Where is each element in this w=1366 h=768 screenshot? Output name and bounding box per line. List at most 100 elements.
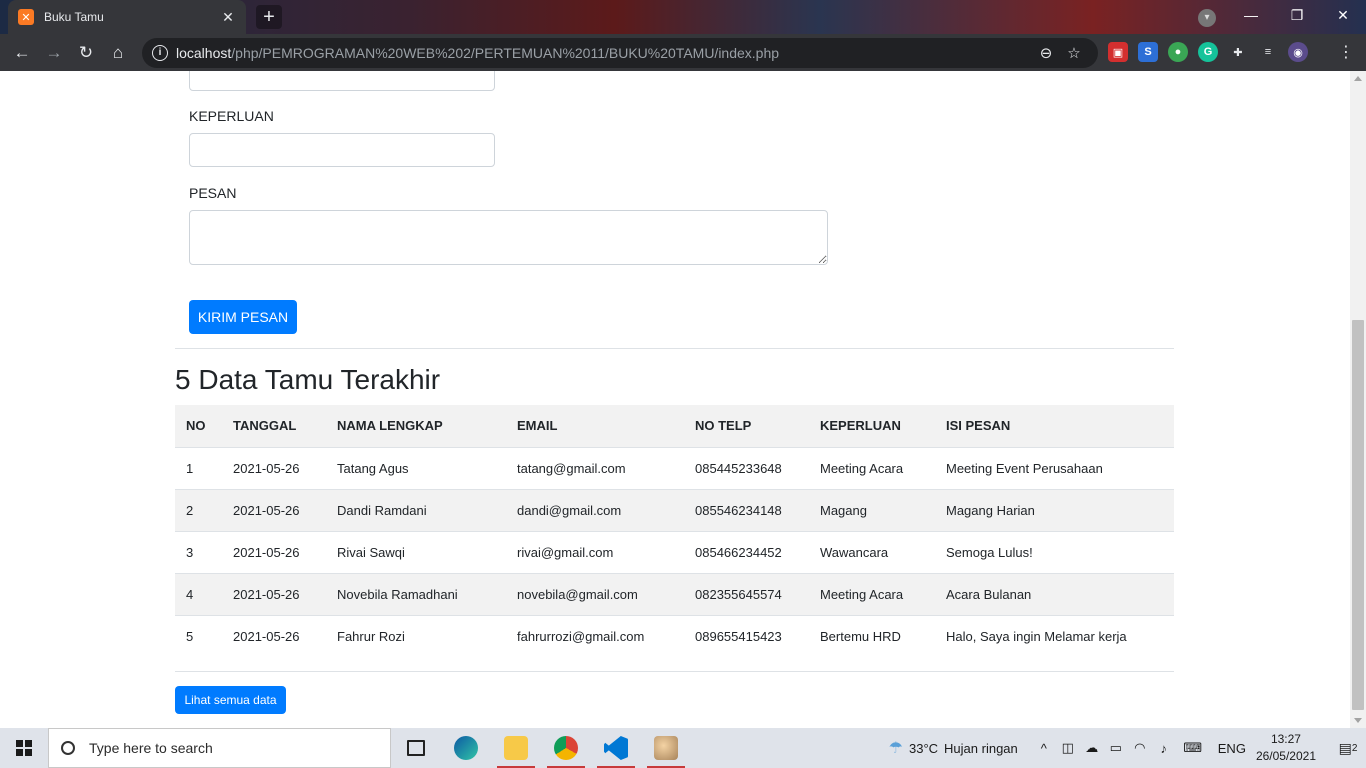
media-control-icon[interactable]: ≡ [1258, 42, 1278, 62]
windows-taskbar: Type here to search ☂ 33°C Hujan ringan … [0, 728, 1366, 768]
view-all-data-button[interactable]: Lihat semua data [175, 686, 286, 714]
previous-form-field[interactable] [189, 71, 495, 91]
tab-title: Buku Tamu [44, 10, 104, 24]
keperluan-input[interactable] [189, 133, 495, 167]
close-tab-icon[interactable]: ✕ [220, 9, 236, 25]
scroll-up-arrow-icon[interactable] [1354, 76, 1362, 81]
page-scrollbar[interactable] [1350, 71, 1366, 728]
start-button[interactable] [0, 728, 48, 768]
back-icon[interactable]: ← [6, 37, 38, 69]
volume-icon[interactable]: ♪ [1152, 741, 1176, 756]
meet-now-icon[interactable]: ◫ [1056, 740, 1080, 756]
pesan-textarea[interactable] [189, 210, 828, 265]
language-indicator[interactable]: ENG [1218, 741, 1246, 756]
task-view-icon [407, 740, 425, 756]
cell-no: 5 [175, 614, 222, 657]
column-header: TANGGAL [222, 405, 326, 448]
page-viewport: KEPERLUAN PESAN KIRIM PESAN 5 Data Tamu … [0, 71, 1350, 728]
s-extension-icon[interactable]: S [1138, 42, 1158, 62]
taskbar-clock[interactable]: 13:27 26/05/2021 [1256, 731, 1316, 765]
edge-icon [454, 736, 478, 760]
cell-pesan: Halo, Saya ingin Melamar kerja [935, 614, 1174, 657]
extensions-area: ▣ S ● G ✚ ≡ ◉ [1108, 42, 1308, 62]
cell-no: 3 [175, 530, 222, 573]
restore-button[interactable]: ❐ [1274, 0, 1320, 30]
extensions-puzzle-icon[interactable]: ✚ [1228, 42, 1248, 62]
table-header-row: NO TANGGAL NAMA LENGKAP EMAIL NO TELP KE… [175, 405, 1174, 448]
battery-icon[interactable]: ▭ [1104, 740, 1128, 756]
column-header: ISI PESAN [935, 405, 1174, 448]
zoom-icon[interactable]: ⊖ [1032, 44, 1060, 62]
cell-telp: 085546234148 [684, 488, 809, 531]
browser-tab-strip: ✕ Buku Tamu ✕ + ▾ — ❐ ✕ [0, 0, 1366, 34]
rain-cloud-icon: ☂ [888, 740, 903, 757]
reload-icon[interactable]: ↻ [70, 37, 102, 69]
column-header: EMAIL [506, 405, 684, 448]
folder-icon [504, 736, 528, 760]
table-row: 5 2021-05-26 Fahrur Rozi fahrurrozi@gmai… [175, 614, 1174, 657]
grammarly-icon[interactable]: G [1198, 42, 1218, 62]
cell-telp: 082355645574 [684, 572, 809, 615]
kirim-pesan-button[interactable]: KIRIM PESAN [189, 300, 297, 334]
notification-center-button[interactable]: ▤ 2 [1330, 728, 1366, 768]
cell-tanggal: 2021-05-26 [222, 488, 326, 531]
url-text[interactable]: localhost/php/PEMROGRAMAN%20WEB%202/PERT… [176, 45, 1032, 61]
cell-no: 1 [175, 446, 222, 489]
divider [175, 671, 1174, 672]
search-icon [61, 741, 75, 755]
cell-email: tatang@gmail.com [506, 446, 684, 489]
taskbar-search-box[interactable]: Type here to search [48, 728, 391, 768]
address-bar[interactable]: i localhost/php/PEMROGRAMAN%20WEB%202/PE… [142, 38, 1098, 68]
keperluan-label: KEPERLUAN [189, 108, 274, 124]
bookmark-star-icon[interactable]: ☆ [1060, 44, 1088, 62]
cell-keperluan: Meeting Acara [809, 446, 935, 489]
clock-date: 26/05/2021 [1255, 749, 1316, 763]
cell-keperluan: Magang [809, 488, 935, 531]
colorful-extension-icon[interactable]: ● [1168, 42, 1188, 62]
cell-nama: Dandi Ramdani [326, 488, 506, 531]
cell-keperluan: Bertemu HRD [809, 614, 935, 657]
cell-pesan: Magang Harian [935, 488, 1174, 531]
minimize-button[interactable]: — [1228, 0, 1274, 30]
table-row: 2 2021-05-26 Dandi Ramdani dandi@gmail.c… [175, 488, 1174, 531]
profile-avatar[interactable]: ◉ [1288, 42, 1308, 62]
taskbar-vscode[interactable] [591, 728, 641, 768]
table-row: 1 2021-05-26 Tatang Agus tatang@gmail.co… [175, 446, 1174, 489]
lock-extension-icon[interactable]: ▣ [1108, 42, 1128, 62]
cell-nama: Novebila Ramadhani [326, 572, 506, 615]
notification-count: 2 [1351, 742, 1358, 754]
notification-icon: ▤ [1338, 739, 1352, 756]
cell-keperluan: Meeting Acara [809, 572, 935, 615]
taskbar-file-explorer[interactable] [491, 728, 541, 768]
column-header: NO [175, 405, 222, 448]
column-header: NO TELP [684, 405, 809, 448]
site-info-icon[interactable]: i [152, 45, 168, 61]
tab-search-icon[interactable]: ▾ [1198, 9, 1216, 27]
cell-no: 2 [175, 488, 222, 531]
forward-icon[interactable]: → [38, 37, 70, 69]
scrollbar-thumb[interactable] [1352, 320, 1364, 710]
taskbar-chrome[interactable] [541, 728, 591, 768]
chevron-up-icon[interactable]: ^ [1032, 741, 1056, 756]
system-tray: ☂ 33°C Hujan ringan ^ ◫ ☁ ▭ ◠ ♪ ⌨ ENG 13… [889, 728, 1366, 768]
cell-email: fahrurrozi@gmail.com [506, 614, 684, 657]
scroll-down-arrow-icon[interactable] [1354, 718, 1362, 723]
weather-widget[interactable]: ☂ 33°C Hujan ringan [889, 738, 1018, 758]
taskbar-paint[interactable] [641, 728, 691, 768]
cell-pesan: Acara Bulanan [935, 572, 1174, 615]
taskbar-edge[interactable] [441, 728, 491, 768]
column-header: NAMA LENGKAP [326, 405, 506, 448]
wifi-icon[interactable]: ◠ [1128, 740, 1152, 756]
new-tab-button[interactable]: + [256, 5, 282, 29]
close-window-button[interactable]: ✕ [1320, 0, 1366, 30]
browser-tab[interactable]: ✕ Buku Tamu ✕ [8, 0, 246, 34]
browser-menu-icon[interactable]: ⋮ [1338, 42, 1354, 62]
cell-email: dandi@gmail.com [506, 488, 684, 531]
onedrive-cloud-icon[interactable]: ☁ [1080, 740, 1104, 756]
home-icon[interactable]: ⌂ [102, 37, 134, 69]
cell-pesan: Meeting Event Perusahaan [935, 446, 1174, 489]
keyboard-icon[interactable]: ⌨ [1176, 740, 1210, 756]
cell-keperluan: Wawancara [809, 530, 935, 573]
page-title: 5 Data Tamu Terakhir [175, 364, 441, 395]
task-view-button[interactable] [391, 728, 441, 768]
